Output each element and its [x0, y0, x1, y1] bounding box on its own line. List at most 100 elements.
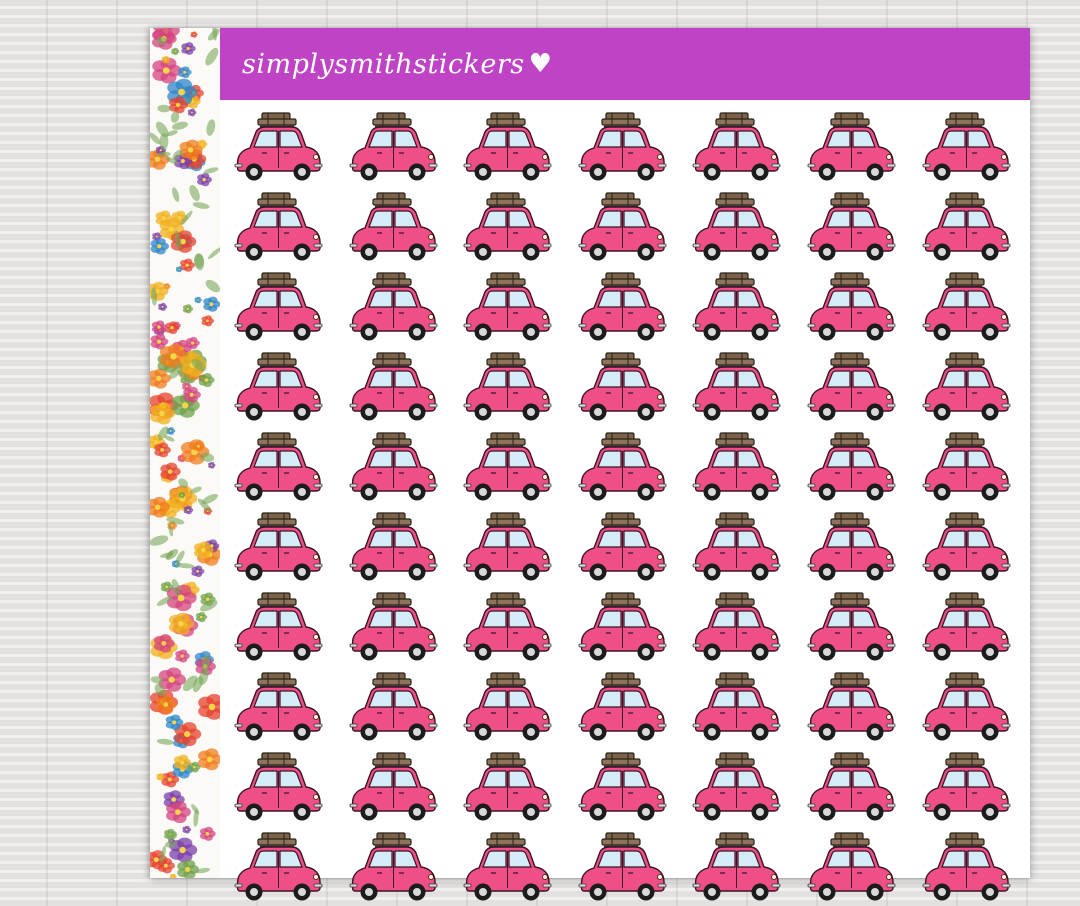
pink-car-with-luggage-icon	[232, 510, 324, 586]
pink-car-with-luggage-icon	[461, 510, 553, 586]
pink-car-with-luggage-icon	[461, 270, 553, 346]
pink-car-with-luggage-icon	[690, 350, 782, 426]
car-sticker	[920, 510, 1012, 586]
heart-icon: ♥	[528, 49, 552, 79]
car-sticker	[920, 350, 1012, 426]
pink-car-with-luggage-icon	[690, 510, 782, 586]
car-sticker	[920, 830, 1012, 906]
car-sticker	[576, 350, 668, 426]
watercolor-flower-icon	[190, 31, 198, 38]
car-sticker	[461, 830, 553, 906]
car-sticker	[232, 190, 324, 266]
pink-car-with-luggage-icon	[461, 190, 553, 266]
pink-car-with-luggage-icon	[232, 670, 324, 746]
watercolor-flower-icon	[195, 612, 208, 623]
pink-car-with-luggage-icon	[576, 590, 668, 666]
car-sticker	[347, 670, 439, 746]
header-banner: simplysmithstickers ♥	[220, 28, 1030, 100]
car-sticker	[920, 110, 1012, 186]
car-sticker	[805, 510, 897, 586]
car-sticker	[576, 670, 668, 746]
pink-car-with-luggage-icon	[920, 190, 1012, 266]
pink-car-with-luggage-icon	[576, 430, 668, 506]
car-sticker	[920, 190, 1012, 266]
pink-car-with-luggage-icon	[920, 270, 1012, 346]
car-sticker	[461, 430, 553, 506]
car-sticker	[805, 190, 897, 266]
watercolor-flower-icon	[199, 826, 216, 841]
pink-car-with-luggage-icon	[920, 750, 1012, 826]
watercolor-flower-icon	[208, 461, 216, 469]
leaf-icon	[205, 279, 220, 293]
pink-car-with-luggage-icon	[690, 670, 782, 746]
car-sticker	[690, 750, 782, 826]
watercolor-flower-icon	[185, 336, 200, 350]
car-sticker	[347, 270, 439, 346]
car-sticker	[232, 590, 324, 666]
pink-car-with-luggage-icon	[805, 590, 897, 666]
pink-car-with-luggage-icon	[690, 430, 782, 506]
car-sticker	[690, 590, 782, 666]
watercolor-flower-icon	[160, 462, 181, 481]
pink-car-with-luggage-icon	[461, 750, 553, 826]
watercolor-flower-icon	[197, 173, 212, 187]
pink-car-with-luggage-icon	[232, 270, 324, 346]
pink-car-with-luggage-icon	[347, 510, 439, 586]
pink-car-with-luggage-icon	[576, 670, 668, 746]
pink-car-with-luggage-icon	[805, 270, 897, 346]
pink-car-with-luggage-icon	[347, 830, 439, 906]
leaf-icon	[156, 738, 174, 745]
car-sticker	[576, 830, 668, 906]
pink-car-with-luggage-icon	[805, 430, 897, 506]
pink-car-with-luggage-icon	[805, 190, 897, 266]
watercolor-flower-icon	[175, 649, 190, 663]
watercolor-flower-icon	[201, 315, 215, 327]
car-sticker	[461, 190, 553, 266]
watercolor-flower-icon	[203, 296, 220, 312]
pink-car-with-luggage-icon	[347, 590, 439, 666]
pink-car-with-luggage-icon	[920, 590, 1012, 666]
leaf-icon	[207, 247, 220, 259]
car-sticker	[805, 830, 897, 906]
floral-border	[150, 28, 220, 878]
pink-car-with-luggage-icon	[461, 830, 553, 906]
car-sticker	[232, 830, 324, 906]
pink-car-with-luggage-icon	[690, 830, 782, 906]
watercolor-flower-icon	[194, 296, 202, 304]
car-sticker	[461, 590, 553, 666]
car-sticker	[805, 750, 897, 826]
car-sticker	[232, 510, 324, 586]
watercolor-flower-icon	[169, 837, 198, 863]
pink-car-with-luggage-icon	[920, 510, 1012, 586]
car-sticker	[232, 430, 324, 506]
car-sticker	[805, 590, 897, 666]
car-sticker	[805, 430, 897, 506]
car-sticker	[347, 350, 439, 426]
car-sticker	[232, 350, 324, 426]
pink-car-with-luggage-icon	[576, 190, 668, 266]
pink-car-with-luggage-icon	[920, 350, 1012, 426]
watercolor-flower-icon	[158, 302, 168, 311]
pink-car-with-luggage-icon	[232, 190, 324, 266]
car-sticker	[805, 350, 897, 426]
car-sticker	[920, 750, 1012, 826]
car-sticker	[690, 670, 782, 746]
watercolor-flower-icon	[166, 801, 191, 824]
car-sticker	[232, 110, 324, 186]
car-sticker	[690, 430, 782, 506]
pink-car-with-luggage-icon	[805, 670, 897, 746]
car-sticker	[690, 110, 782, 186]
pink-car-with-luggage-icon	[347, 270, 439, 346]
watercolor-flower-icon	[178, 66, 192, 79]
car-sticker	[232, 750, 324, 826]
car-sticker	[690, 190, 782, 266]
leaf-icon	[206, 119, 216, 136]
car-sticker	[690, 270, 782, 346]
car-sticker	[461, 670, 553, 746]
pink-car-with-luggage-icon	[690, 270, 782, 346]
pink-car-with-luggage-icon	[920, 110, 1012, 186]
watercolor-flower-icon	[198, 694, 220, 720]
car-sticker	[347, 830, 439, 906]
watercolor-flower-icon	[183, 386, 201, 403]
pink-car-with-luggage-icon	[347, 670, 439, 746]
